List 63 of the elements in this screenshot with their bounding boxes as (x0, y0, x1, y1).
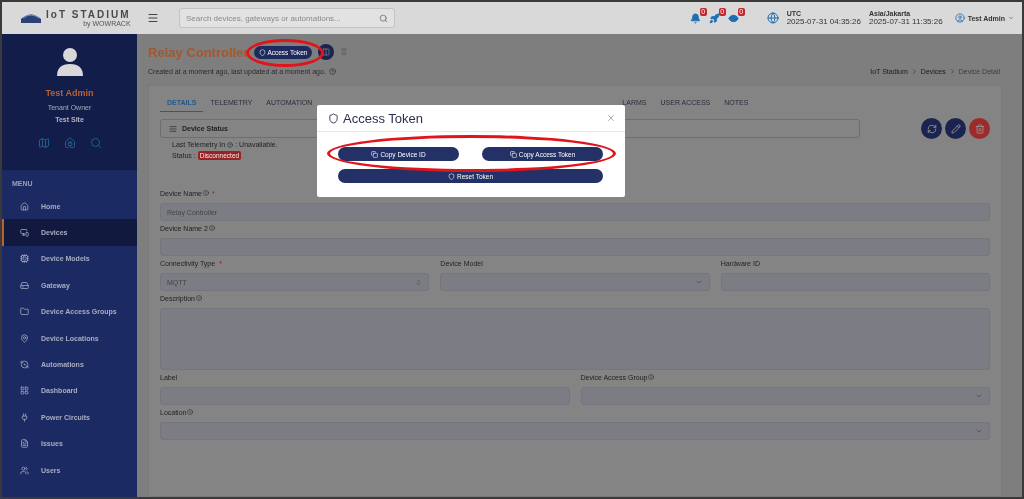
notification-icon (727, 12, 739, 24)
delete-button[interactable] (969, 118, 990, 139)
help-icon (227, 141, 234, 148)
columns-button[interactable] (318, 44, 335, 60)
help-icon (203, 190, 209, 196)
list-icon (169, 124, 177, 133)
chevron-icon (910, 68, 918, 75)
menu-item-icon (20, 307, 29, 317)
menu-item-icon (20, 386, 29, 396)
pin-icon (340, 48, 349, 56)
edit-button[interactable] (945, 118, 966, 139)
menu-icon[interactable] (147, 12, 159, 24)
help-icon (196, 295, 202, 301)
columns-icon (322, 48, 331, 56)
search-icon[interactable] (89, 137, 102, 149)
pencil-icon (950, 123, 961, 134)
close-icon (606, 113, 616, 123)
avatar-icon (54, 46, 85, 76)
refresh-button[interactable] (921, 118, 942, 139)
stadium-logo-icon (20, 12, 42, 24)
dropdown-field[interactable] (440, 273, 710, 291)
copy-icon (371, 150, 379, 158)
dialog-title: Access Token (343, 110, 423, 126)
refresh-icon (926, 123, 937, 134)
menu-item-icon (20, 280, 29, 290)
close-button[interactable] (606, 113, 616, 123)
shield-icon (328, 112, 339, 124)
dropdown-caret-icon (975, 427, 983, 435)
profile-name: Test Admin (45, 88, 94, 98)
notification-icon (708, 12, 720, 24)
spinner-icon (415, 278, 423, 286)
dropdown-caret-icon (975, 392, 983, 400)
help-icon (328, 68, 336, 75)
menu-item-icon (20, 228, 29, 238)
help-icon (208, 225, 215, 231)
trash-icon (974, 123, 985, 134)
help-icon (187, 409, 194, 415)
menu-item-icon (20, 254, 29, 264)
logo-text: IoT STADIUM (46, 9, 131, 20)
notification-icon (689, 12, 701, 24)
menu-item-icon (20, 201, 29, 211)
chevron-icon (948, 68, 956, 75)
user-icon (954, 13, 965, 23)
page-title: Relay Controller (148, 44, 249, 60)
dropdown-field[interactable] (160, 422, 990, 440)
menu-item-icon (20, 465, 29, 475)
copy-icon (509, 150, 517, 158)
clock-time: 2025-07-31 11:35:26 (868, 17, 943, 26)
help-icon (648, 374, 655, 380)
shield-icon (448, 172, 455, 180)
dropdown-field[interactable] (580, 387, 990, 405)
menu-item-icon (20, 412, 29, 422)
shield-icon (259, 48, 267, 56)
menu-item-icon (20, 333, 29, 343)
map-icon[interactable] (37, 137, 50, 149)
dropdown-caret-icon (694, 278, 703, 286)
menu-item-icon (20, 439, 29, 449)
globe-icon (766, 12, 779, 24)
menu-item-icon (20, 360, 29, 370)
caret-icon (1008, 15, 1014, 21)
search-icon (379, 13, 388, 23)
clock-time: 2025-07-31 04:35:26 (786, 17, 861, 26)
house-icon[interactable] (63, 137, 76, 149)
